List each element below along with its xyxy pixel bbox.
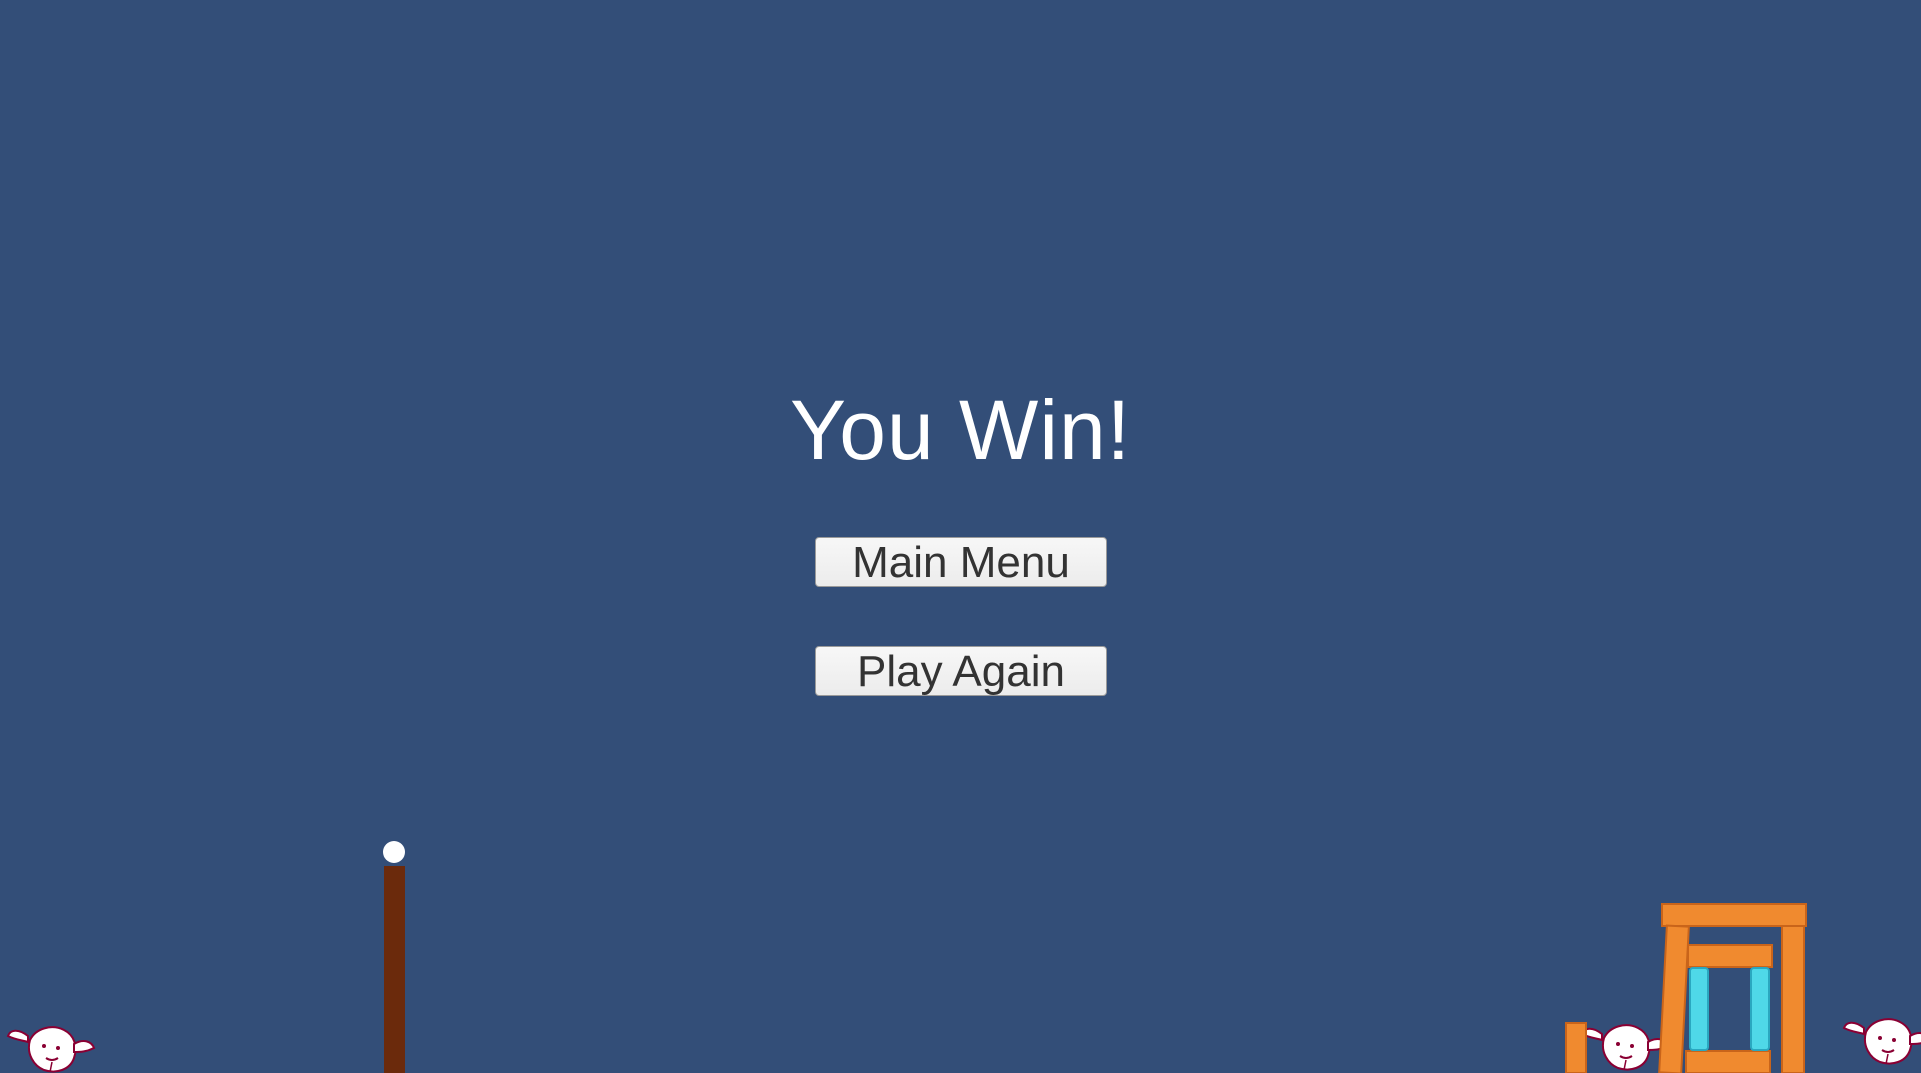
wood-block xyxy=(1565,1022,1587,1073)
game-scene: You Win! Main Menu Play Again xyxy=(0,0,1921,1073)
wood-block xyxy=(1781,925,1805,1073)
ball-icon xyxy=(383,841,405,863)
block-tower xyxy=(1565,903,1807,1073)
ice-block xyxy=(1689,967,1709,1051)
wood-block xyxy=(1687,944,1773,968)
creature-face-icon xyxy=(1843,1018,1921,1065)
creature-face-icon xyxy=(1581,1024,1669,1071)
game-sprites xyxy=(7,841,1921,1073)
wood-block xyxy=(1661,903,1807,927)
wood-block xyxy=(1658,924,1690,1073)
creature-face-icon xyxy=(7,1026,95,1073)
wood-block xyxy=(1685,1050,1771,1073)
launcher-pole xyxy=(384,866,405,1073)
ice-block xyxy=(1750,967,1770,1051)
